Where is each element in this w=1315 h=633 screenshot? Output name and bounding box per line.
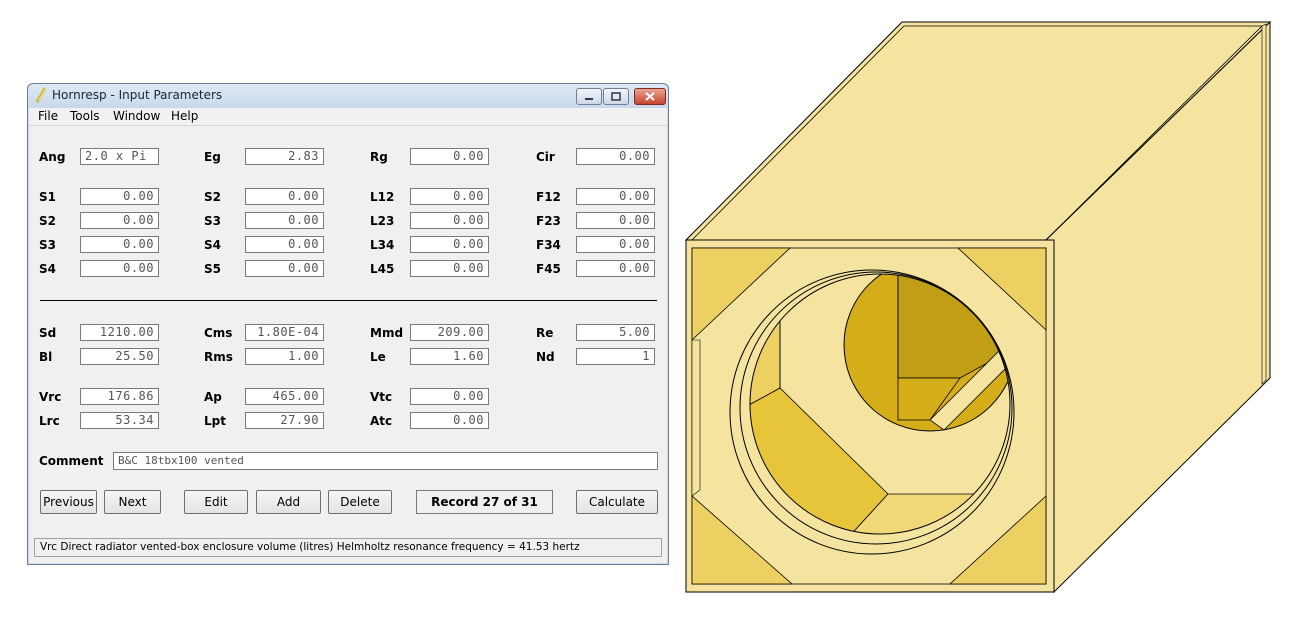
delete-button[interactable]: Delete [328,490,392,514]
f45-field[interactable]: 0.00 [576,260,655,277]
l23-field[interactable]: 0.00 [410,212,489,229]
vrc-field[interactable]: 176.86 [80,388,159,405]
minimize-icon [585,98,593,100]
eg-field[interactable]: 2.83 [245,148,324,165]
param-label: F34 [536,238,561,252]
l45-field[interactable]: 0.00 [410,260,489,277]
f23-field[interactable]: 0.00 [576,212,655,229]
menu-file[interactable]: File [38,109,58,123]
param-label: F45 [536,262,561,276]
ap-field[interactable]: 465.00 [245,388,324,405]
s3-field[interactable]: 0.00 [80,236,159,253]
nd-field[interactable]: 1 [576,348,655,365]
comment-field[interactable]: B&C 18tbx100 vented [113,452,658,470]
param-label: Ap [204,390,222,404]
param-label: Rg [370,150,388,164]
menu-bar: File Tools Window Help [29,108,667,126]
sd-field[interactable]: 1210.00 [80,324,159,341]
previous-button[interactable]: Previous [40,490,97,514]
edit-button[interactable]: Edit [184,490,248,514]
s1-field[interactable]: 0.00 [80,188,159,205]
param-label: S3 [39,238,56,252]
status-bar: Vrc Direct radiator vented-box enclosure… [34,538,662,557]
l12-field[interactable]: 0.00 [410,188,489,205]
param-label: Sd [39,326,57,340]
param-label: L12 [370,190,395,204]
param-label: S5 [204,262,221,276]
vented-box-enclosure-drawing [684,20,1272,594]
param-label: S1 [39,190,56,204]
param-label: S2 [39,214,56,228]
param-label: Le [370,350,386,364]
brace-edge [691,339,701,497]
mmd-field[interactable]: 209.00 [410,324,489,341]
param-label: L34 [370,238,395,252]
param-label: Rms [204,350,233,364]
re-field[interactable]: 5.00 [576,324,655,341]
param-label: Vrc [39,390,62,404]
f34-field[interactable]: 0.00 [576,236,655,253]
bl-field[interactable]: 25.50 [80,348,159,365]
section-divider [40,300,657,301]
menu-tools[interactable]: Tools [70,109,100,123]
minimize-button[interactable] [576,88,602,105]
close-icon [645,92,655,101]
vtc-field[interactable]: 0.00 [410,388,489,405]
rg-field[interactable]: 0.00 [410,148,489,165]
param-label: L23 [370,214,395,228]
s5-field[interactable]: 0.00 [245,260,324,277]
param-label: S4 [39,262,56,276]
maximize-icon [611,92,621,101]
record-counter: Record 27 of 31 [416,490,553,514]
lrc-field[interactable]: 53.34 [80,412,159,429]
param-label: Lpt [204,414,226,428]
param-label: S2 [204,190,221,204]
s2-field[interactable]: 0.00 [245,188,324,205]
param-label: S4 [204,238,221,252]
menu-window[interactable]: Window [113,109,160,123]
maximize-button[interactable] [603,88,629,105]
ang-field[interactable]: 2.0 x Pi [80,148,159,165]
title-bar[interactable]: Hornresp - Input Parameters [28,84,668,108]
param-label: Bl [39,350,53,364]
param-label: Atc [370,414,393,428]
close-button[interactable] [634,88,666,105]
lpt-field[interactable]: 27.90 [245,412,324,429]
param-label: Cir [536,150,555,164]
le-field[interactable]: 1.60 [410,348,489,365]
s3-field[interactable]: 0.00 [245,212,324,229]
param-label: Mmd [370,326,404,340]
f12-field[interactable]: 0.00 [576,188,655,205]
rms-field[interactable]: 1.00 [245,348,324,365]
cms-field[interactable]: 1.80E-04 [245,324,324,341]
comment-label: Comment [39,454,104,468]
s4-field[interactable]: 0.00 [80,260,159,277]
box-side-edge [1261,23,1267,385]
s4-field[interactable]: 0.00 [245,236,324,253]
next-button[interactable]: Next [104,490,161,514]
param-label: Lrc [39,414,60,428]
param-label: F23 [536,214,561,228]
cir-field[interactable]: 0.00 [576,148,655,165]
param-label: Nd [536,350,555,364]
add-button[interactable]: Add [256,490,321,514]
menu-help[interactable]: Help [171,109,198,123]
s2-field[interactable]: 0.00 [80,212,159,229]
param-label: Vtc [370,390,393,404]
window-title: Hornresp - Input Parameters [52,88,223,102]
param-label: Ang [39,150,66,164]
hornresp-app-icon [35,87,47,103]
param-label: F12 [536,190,561,204]
param-label: L45 [370,262,395,276]
atc-field[interactable]: 0.00 [410,412,489,429]
param-label: Cms [204,326,233,340]
hornresp-window: Hornresp - Input Parameters File Tools W… [27,83,669,565]
param-label: Eg [204,150,221,164]
calculate-button[interactable]: Calculate [576,490,658,514]
param-label: Re [536,326,554,340]
param-label: S3 [204,214,221,228]
l34-field[interactable]: 0.00 [410,236,489,253]
input-parameters-panel: Ang 2.0 x Pi Eg 2.83 Rg 0.00 Cir 0.00 S1… [29,126,667,563]
